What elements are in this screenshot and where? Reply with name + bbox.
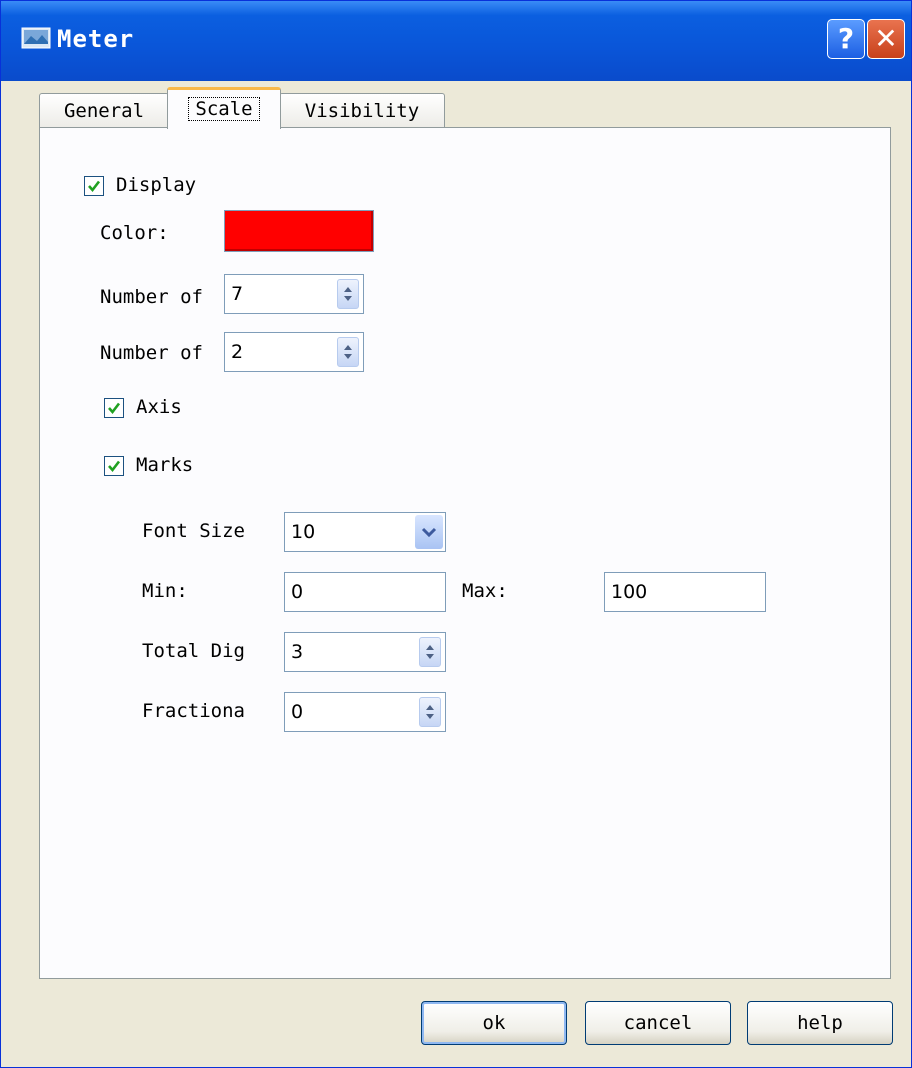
font-size-select[interactable]: 10 [284, 512, 446, 552]
fractional-value: 0 [291, 701, 304, 723]
number2-stepper[interactable]: 2 [224, 332, 364, 372]
color-swatch[interactable] [224, 210, 374, 252]
tab-general[interactable]: General [39, 93, 169, 129]
checkmark-icon [108, 460, 121, 473]
spin-icon[interactable] [337, 279, 359, 309]
fractional-stepper[interactable]: 0 [284, 692, 446, 732]
display-checkbox[interactable] [84, 176, 104, 196]
spin-icon[interactable] [419, 637, 441, 667]
display-label: Display [116, 174, 197, 196]
tab-visibility[interactable]: Visibility [279, 93, 445, 129]
number1-stepper[interactable]: 7 [224, 274, 364, 314]
total-digits-value: 3 [291, 641, 304, 663]
max-value: 100 [611, 581, 648, 603]
ok-button[interactable]: ok [421, 1001, 567, 1045]
checkmark-icon [88, 180, 101, 193]
meter-window-icon [21, 27, 51, 49]
max-label: Max: [462, 580, 508, 602]
scale-panel: Display Color: Number of 7 Number of 2 A… [39, 127, 891, 979]
window-title: Meter [57, 25, 135, 53]
total-digits-stepper[interactable]: 3 [284, 632, 446, 672]
marks-checkbox[interactable] [104, 456, 124, 476]
title-bar[interactable]: Meter ? ✕ [1, 1, 911, 81]
help-icon[interactable]: ? [827, 19, 865, 59]
spin-icon[interactable] [419, 697, 441, 727]
min-value: 0 [291, 581, 304, 603]
min-label: Min: [142, 580, 188, 602]
color-label: Color: [100, 222, 169, 244]
cancel-button[interactable]: cancel [585, 1001, 731, 1045]
number2-value: 2 [231, 341, 244, 363]
font-size-label: Font Size [142, 520, 245, 542]
tab-scale[interactable]: Scale [167, 87, 281, 129]
min-input[interactable]: 0 [284, 572, 446, 612]
spin-icon[interactable] [337, 337, 359, 367]
axis-checkbox[interactable] [104, 398, 124, 418]
max-input[interactable]: 100 [604, 572, 766, 612]
help-button[interactable]: help [747, 1001, 893, 1045]
meter-dialog: Meter ? ✕ General Scale Visibility Displ… [0, 0, 912, 1068]
number1-label: Number of [100, 286, 203, 308]
fractional-label: Fractiona [142, 700, 245, 722]
tab-scale-label: Scale [188, 97, 260, 121]
axis-label: Axis [136, 396, 182, 418]
number1-value: 7 [231, 283, 244, 305]
font-size-value: 10 [291, 521, 316, 543]
close-icon[interactable]: ✕ [867, 19, 905, 59]
total-digits-label: Total Dig [142, 640, 245, 662]
marks-label: Marks [136, 454, 194, 476]
number2-label: Number of [100, 342, 203, 364]
checkmark-icon [108, 402, 121, 415]
chevron-down-icon[interactable] [415, 515, 443, 549]
